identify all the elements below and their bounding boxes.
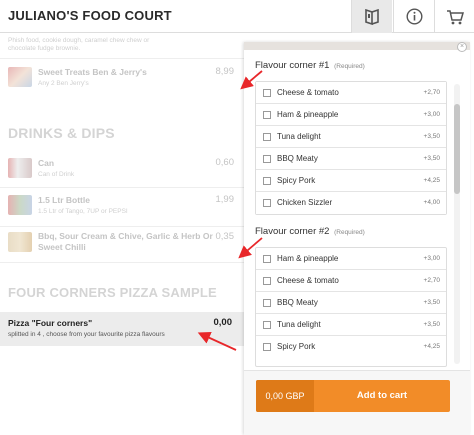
- annotation-arrow: [240, 70, 263, 90]
- annotation-arrow: [238, 237, 263, 259]
- annotation-arrows: [197, 70, 263, 351]
- annotation-arrow: [197, 332, 237, 351]
